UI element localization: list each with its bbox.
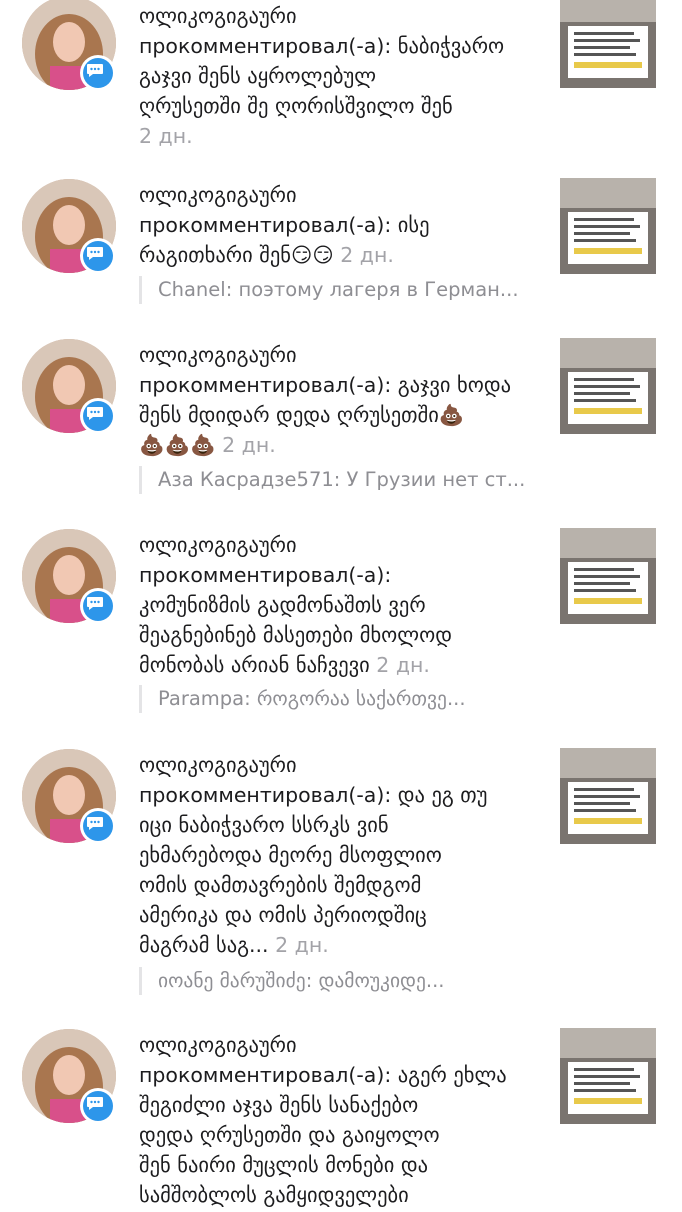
comment-badge bbox=[80, 808, 116, 844]
username: ოლიკოგიგაური bbox=[139, 753, 297, 777]
comment-line: прокомментировал(-а): ნაბიჭვარო bbox=[139, 34, 505, 58]
notification-text: ოლიკოგიგაური прокомментировал(-а): და ეგ… bbox=[139, 750, 543, 960]
comment-line: მონობას არიან ნაჩვევი bbox=[139, 653, 370, 677]
post-thumbnail[interactable] bbox=[560, 0, 656, 88]
comment-badge bbox=[80, 588, 116, 624]
username: ოლიკოგიგაური bbox=[139, 183, 297, 207]
comment-line: прокомментировал(-а): აგერ ეხლა bbox=[139, 1063, 507, 1087]
timestamp: 2 дн. bbox=[340, 243, 394, 267]
comment-line: შეაგნებინებ მასეთები მხოლოდ bbox=[139, 623, 452, 647]
username: ოლიკოგიგაური bbox=[139, 4, 297, 28]
comment-badge bbox=[80, 398, 116, 434]
post-thumbnail[interactable] bbox=[560, 1028, 656, 1124]
notification-text: ოლიკოგიგაური прокомментировал(-а): ნაბიჭ… bbox=[139, 1, 543, 151]
comment-line: დედა ღრუსეთში და გაიყოლო bbox=[139, 1123, 440, 1147]
comment-badge bbox=[80, 55, 116, 91]
comment-line: სამშობლოს გამყიდველები bbox=[139, 1183, 409, 1207]
comment-line: კომუნიზმის გადმონაშთს ვერ bbox=[139, 593, 426, 617]
post-thumbnail[interactable] bbox=[560, 338, 656, 434]
comment-line: ღრუსეთში შე ღორისშვილო შენ bbox=[139, 94, 453, 118]
post-thumbnail[interactable] bbox=[560, 748, 656, 844]
reply-preview[interactable]: Parampa: როგორაა საქართვე... bbox=[139, 685, 562, 713]
comment-line: შენ ნაირი მუცლის მონები და bbox=[139, 1153, 429, 1177]
username: ოლიკოგიგაური bbox=[139, 343, 297, 367]
notification-text: ოლიკოგიგაური прокомментировал(-а): ისე რ… bbox=[139, 180, 543, 270]
comment-line: прокомментировал(-а): bbox=[139, 563, 392, 587]
comment-line: прокомментировал(-а): გაჯვი ხოდა bbox=[139, 373, 512, 397]
notification-text: ოლიკოგიგაური прокомментировал(-а): კომუნ… bbox=[139, 530, 543, 680]
comment-line: გაჯვი შენს აყროლებულ bbox=[139, 64, 377, 88]
comment-line: იცი ნაბიჭვარო სსრკს ვინ bbox=[139, 813, 389, 837]
timestamp: 2 дн. bbox=[222, 433, 276, 457]
post-thumbnail[interactable] bbox=[560, 178, 656, 274]
username: ოლიკოგიგაური bbox=[139, 533, 297, 557]
comment-line: 💩💩💩 bbox=[139, 433, 216, 457]
reply-preview[interactable]: Chanel: поэтому лагеря в Герман... bbox=[139, 276, 562, 304]
timestamp: 2 дн. bbox=[275, 933, 329, 957]
comment-line: მაგრამ საგ... bbox=[139, 933, 269, 957]
notification-text: ოლიკოგიგაური прокомментировал(-а): გაჯვი… bbox=[139, 340, 543, 460]
comment-line: რაგითხარი შენ😏😏 bbox=[139, 243, 334, 267]
comment-badge bbox=[80, 238, 116, 274]
comment-badge bbox=[80, 1088, 116, 1124]
comment-bubble-icon bbox=[87, 407, 103, 420]
timestamp: 2 дн. bbox=[376, 653, 430, 677]
comment-line: ამერიკა და ომის პერიოდშიც bbox=[139, 903, 427, 927]
reply-preview[interactable]: იოანე მარუშიძე: დამოუკიდე... bbox=[139, 967, 562, 995]
comment-bubble-icon bbox=[87, 597, 103, 610]
notification-text: ოლიკოგიგაური прокомментировал(-а): აგერ … bbox=[139, 1030, 543, 1210]
comment-line: შეგიძლი აჯვა შენს სანაქებო bbox=[139, 1093, 419, 1117]
username: ოლიკოგიგაური bbox=[139, 1033, 297, 1057]
comment-bubble-icon bbox=[87, 64, 103, 77]
post-thumbnail[interactable] bbox=[560, 528, 656, 624]
reply-preview[interactable]: Аза Касрадзе571: У Грузии нет ст... bbox=[139, 466, 562, 494]
comment-bubble-icon bbox=[87, 247, 103, 260]
comment-bubble-icon bbox=[87, 817, 103, 830]
comment-bubble-icon bbox=[87, 1097, 103, 1110]
timestamp: 2 дн. bbox=[139, 124, 193, 148]
comment-line: შენს მდიდარ დედა ღრუსეთში💩 bbox=[139, 403, 465, 427]
comment-line: ეხმარებოდა მეორე მსოფლიო bbox=[139, 843, 442, 867]
comment-line: ომის დამთავრების შემდგომ bbox=[139, 873, 422, 897]
comment-line: прокомментировал(-а): და ეგ თუ bbox=[139, 783, 488, 807]
comment-line: прокомментировал(-а): ისე bbox=[139, 213, 430, 237]
